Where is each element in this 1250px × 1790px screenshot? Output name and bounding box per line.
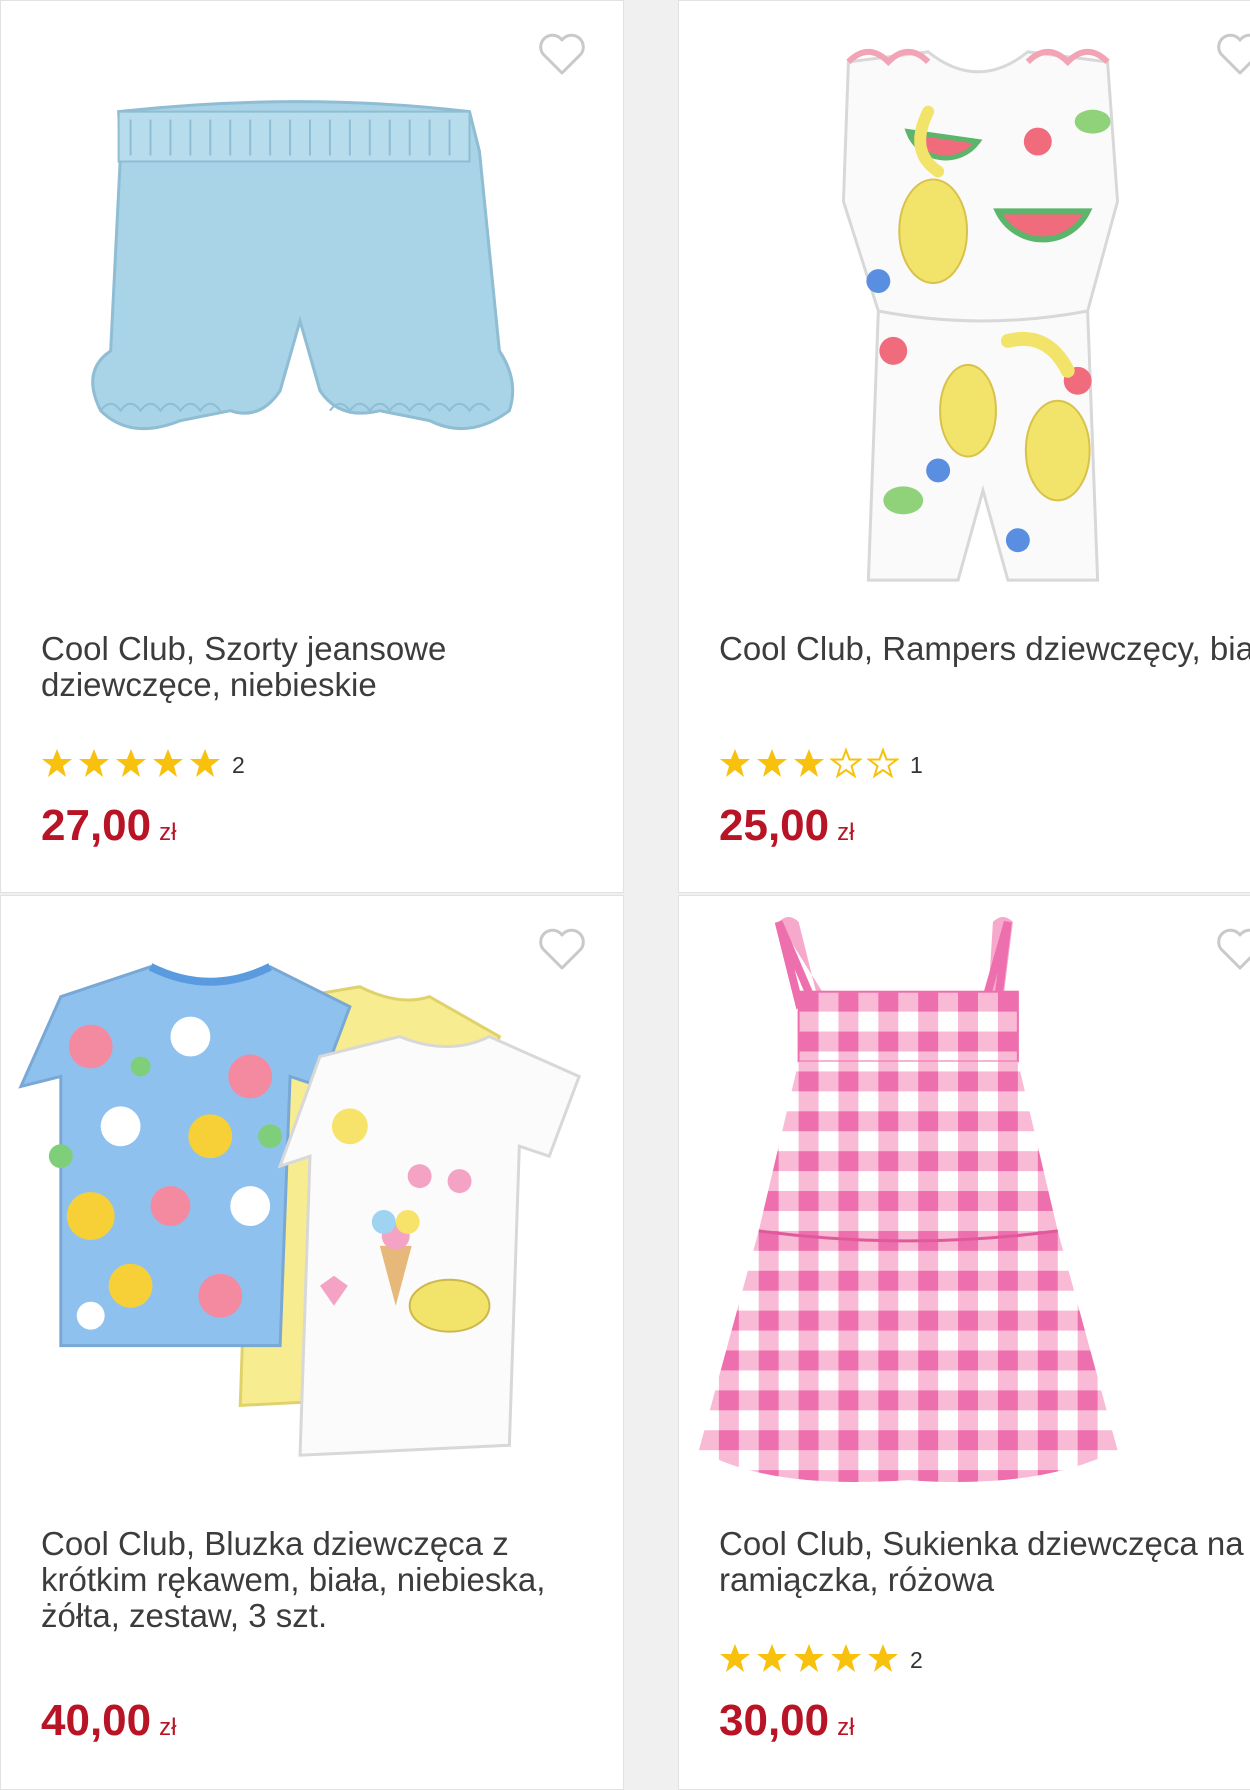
rating: 2 xyxy=(41,747,245,783)
price-currency: zł xyxy=(837,819,855,846)
star-outline-icon xyxy=(829,746,867,784)
price: 40,00 zł xyxy=(41,1696,176,1746)
price: 27,00 zł xyxy=(41,801,176,851)
star-icon xyxy=(756,1642,793,1679)
product-card[interactable]: Cool Club, Rampers dziewczęcy, biały 1 2… xyxy=(678,0,1250,893)
star-icon xyxy=(78,747,115,784)
price: 25,00 zł xyxy=(719,801,854,851)
heart-icon[interactable] xyxy=(537,31,587,77)
product-image-fruit-romper[interactable] xyxy=(679,21,1250,601)
star-icon xyxy=(189,747,226,784)
heart-icon[interactable] xyxy=(537,926,587,972)
heart-icon[interactable] xyxy=(1215,926,1250,972)
star-icon xyxy=(793,1642,830,1679)
star-icon xyxy=(719,747,756,784)
product-card[interactable]: Cool Club, Szorty jeansowe dziewczęce, n… xyxy=(0,0,624,893)
star-icon xyxy=(719,1642,756,1679)
product-title[interactable]: Cool Club, Szorty jeansowe dziewczęce, n… xyxy=(41,631,581,703)
star-icon xyxy=(867,1642,904,1679)
star-icon xyxy=(152,747,189,784)
rating: 1 xyxy=(719,746,923,784)
price-currency: zł xyxy=(837,1714,855,1741)
heart-icon[interactable] xyxy=(1215,31,1250,77)
star-outline-icon xyxy=(866,746,904,784)
price-amount: 27,00 xyxy=(41,801,152,850)
star-icon xyxy=(41,747,78,784)
product-image-tshirt-set[interactable] xyxy=(1,926,623,1506)
product-card[interactable]: Cool Club, Sukienka dziewczęca na ramiąc… xyxy=(678,895,1250,1790)
price-currency: zł xyxy=(159,1714,177,1741)
product-title[interactable]: Cool Club, Rampers dziewczęcy, biały xyxy=(719,631,1250,667)
product-grid: Cool Club, Szorty jeansowe dziewczęce, n… xyxy=(0,0,1250,1790)
rating: 2 xyxy=(719,1642,923,1678)
price: 30,00 zł xyxy=(719,1696,854,1746)
product-title[interactable]: Cool Club, Bluzka dziewczęca z krótkim r… xyxy=(41,1526,581,1634)
rating-count: 1 xyxy=(910,751,923,778)
price-amount: 25,00 xyxy=(719,801,830,850)
product-image-gingham-dress[interactable] xyxy=(679,911,1250,1491)
star-icon xyxy=(793,747,830,784)
product-title[interactable]: Cool Club, Sukienka dziewczęca na ramiąc… xyxy=(719,1526,1250,1598)
rating-count: 2 xyxy=(232,751,245,778)
star-icon xyxy=(830,1642,867,1679)
price-currency: zł xyxy=(159,819,177,846)
price-amount: 30,00 xyxy=(719,1696,830,1745)
product-card[interactable]: Cool Club, Bluzka dziewczęca z krótkim r… xyxy=(0,895,624,1790)
star-icon xyxy=(115,747,152,784)
star-icon xyxy=(756,747,793,784)
rating-count: 2 xyxy=(910,1646,923,1673)
product-image-denim-shorts[interactable] xyxy=(1,21,623,601)
price-amount: 40,00 xyxy=(41,1696,152,1745)
